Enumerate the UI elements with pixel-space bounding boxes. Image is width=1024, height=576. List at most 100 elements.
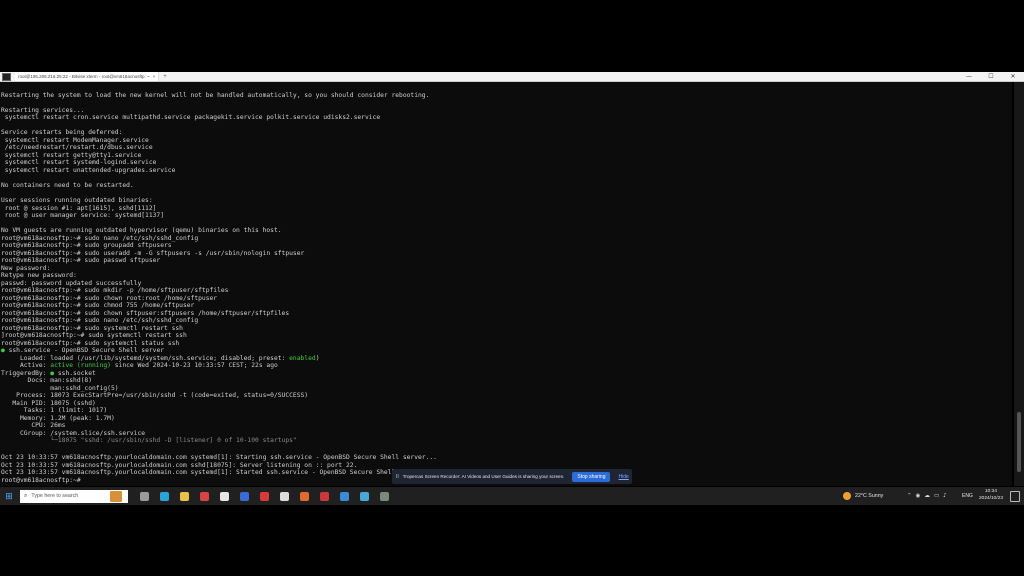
- system-tray: ⌃ ◉ ☁ ▭ ♪: [907, 487, 951, 505]
- terminal-line: systemctl restart ModemManager.service: [1, 136, 149, 144]
- status-header-line: ● ssh.service - OpenBSD Secure Shell ser…: [1, 347, 164, 355]
- search-icon: ⌕: [24, 492, 28, 499]
- terminal-line: No VM guests are running outdated hyperv…: [1, 227, 282, 234]
- terminal-line: root@vm618acnosftp:~# sudo systemctl sta…: [1, 339, 180, 347]
- status-loaded-value: loaded (/usr/lib/systemd/system/ssh.serv…: [50, 354, 290, 362]
- search-highlight-icon: [110, 490, 122, 502]
- language-indicator[interactable]: ENG: [962, 487, 973, 505]
- status-cpu: CPU: 26ms: [1, 422, 66, 429]
- terminal-line: systemctl restart getty@tty1.service: [1, 151, 142, 159]
- taskbar-app-app-red-icon[interactable]: [194, 487, 214, 505]
- taskbar-search-box[interactable]: ⌕ Type here to search: [20, 489, 128, 503]
- status-cgroup: CGroup: /system.slice/ssh.service: [1, 429, 146, 437]
- hide-banner-link[interactable]: Hide: [618, 474, 628, 480]
- taskbar-app-app-blue-2-icon[interactable]: [334, 487, 354, 505]
- tray-icon[interactable]: ☁: [924, 493, 930, 499]
- taskbar-app-task-view-icon[interactable]: [134, 487, 154, 505]
- terminal-line: root@vm618acnosftp:~# sudo systemctl res…: [1, 324, 183, 332]
- window-titlebar: root@195.206.216.25:22 - Bitvise xterm -…: [0, 72, 1024, 82]
- terminal-line: passwd: password updated successfully: [1, 279, 142, 287]
- status-loaded-label: Loaded:: [1, 354, 51, 362]
- status-triggered-value: ssh.socket: [54, 369, 96, 377]
- taskbar-app-acrobat-icon[interactable]: [254, 487, 274, 505]
- taskbar-app-app-gray-icon[interactable]: [374, 487, 394, 505]
- tab-close-icon[interactable]: ×: [153, 74, 156, 79]
- status-docs-1: Docs: man:sshd(8): [1, 377, 92, 384]
- terminal-line: ]root@vm618acnosftp:~# sudo systemctl re…: [1, 332, 187, 339]
- terminal-line: systemctl restart cron.service multipath…: [1, 114, 381, 121]
- terminal-line: root@vm618acnosftp:~# sudo useradd -m -G…: [1, 249, 305, 257]
- tray-icon[interactable]: ♪: [943, 493, 947, 499]
- taskbar-app-app-teal-icon[interactable]: [354, 487, 374, 505]
- status-docs-2: man:sshd_config(5): [1, 384, 119, 392]
- status-loaded-line: Loaded: loaded (/usr/lib/systemd/system/…: [1, 354, 320, 363]
- tray-icon[interactable]: ▭: [934, 493, 939, 499]
- status-cgroup-child: └─18075 "sshd: /usr/sbin/sshd -D [listen…: [1, 437, 297, 444]
- terminal-line: Restarting the system to load the new ke…: [1, 92, 430, 99]
- status-active-label: Active:: [1, 362, 51, 369]
- status-active-line: Active: active (running) since Wed 2024-…: [1, 362, 278, 370]
- tab-title: root@195.206.216.25:22 - Bitvise xterm -…: [18, 74, 150, 79]
- terminal-line: root @ user manager service: systemd[113…: [1, 212, 165, 219]
- taskbar-app-chrome-icon[interactable]: [214, 487, 234, 505]
- terminal-line: Retype new password:: [1, 272, 77, 279]
- scrollbar-thumb[interactable]: [1017, 412, 1021, 472]
- taskbar-app-app-white-icon[interactable]: [274, 487, 294, 505]
- status-loaded-preset: enabled: [289, 354, 316, 362]
- maximize-button[interactable]: ☐: [980, 72, 1002, 81]
- status-active-value: active (running): [50, 362, 111, 369]
- weather-text: 22°C Sunny: [855, 493, 884, 499]
- status-loaded-end: ): [315, 354, 320, 362]
- terminal-line: User sessions running outdated binaries:: [1, 197, 153, 204]
- pause-icon: II: [396, 473, 399, 480]
- taskbar-app-app-orange-icon[interactable]: [294, 487, 314, 505]
- weather-widget[interactable]: 22°C Sunny: [843, 487, 883, 505]
- terminal-output[interactable]: Restarting the system to load the new ke…: [0, 82, 1012, 486]
- terminal-line: root@vm618acnosftp:~# sudo chown sftpuse…: [1, 309, 290, 317]
- terminal-line: No containers need to be restarted.: [1, 182, 134, 189]
- terminal-line: root@vm618acnosftp:~# sudo groupadd sftp…: [1, 242, 172, 249]
- status-triggered-label: TriggeredBy:: [1, 369, 51, 377]
- new-tab-button[interactable]: +: [163, 74, 167, 80]
- terminal-line: systemctl restart systemd-logind.service: [1, 159, 157, 166]
- stop-sharing-button[interactable]: Stop sharing: [572, 471, 611, 482]
- tray-icon[interactable]: ◉: [916, 493, 921, 499]
- taskbar: ⊞ ⌕ Type here to search 22°C Sunny ⌃ ◉ ☁ ▭ ♪…: [0, 487, 1024, 505]
- window-controls: — ☐ ✕: [958, 72, 1024, 81]
- terminal-line: root@vm618acnosftp:~# sudo passwd sftpus…: [1, 257, 161, 264]
- status-triggered-line: TriggeredBy: ● ssh.socket: [1, 370, 96, 378]
- terminal-line: root@vm618acnosftp:~# sudo nano /etc/ssh…: [1, 234, 199, 242]
- journal-log-line: Oct 23 10:33:57 vm618acnosftp.yourlocald…: [1, 461, 358, 469]
- journal-log-line: Oct 23 10:33:57 vm618acnosftp.yourlocald…: [1, 454, 437, 461]
- terminal-line: root@vm618acnosftp:~# sudo nano /etc/ssh…: [1, 317, 199, 324]
- terminal-line: systemctl restart unattended-upgrades.se…: [1, 166, 176, 174]
- status-header: ssh.service - OpenBSD Secure Shell serve…: [4, 347, 165, 354]
- terminal-line: root@vm618acnosftp:~# sudo chown root:ro…: [1, 294, 218, 302]
- terminal-line: root@vm618acnosftp:~# sudo chmod 755 /ho…: [1, 302, 195, 309]
- terminal-line: root @ session #1: apt[1615], sshd[1112]: [1, 204, 157, 212]
- taskbar-app-edge-icon[interactable]: [154, 487, 174, 505]
- share-message: Tropercas Screen Recorder: AI Videos and…: [402, 474, 565, 479]
- taskbar-app-app-blue-icon[interactable]: [234, 487, 254, 505]
- status-memory: Memory: 1.2M (peak: 1.7M): [1, 414, 115, 422]
- clock-date: 2024/10/23: [978, 495, 1003, 501]
- terminal-scrollbar[interactable]: [1014, 82, 1024, 486]
- tray-icon[interactable]: ⌃: [907, 493, 912, 499]
- notification-center-icon[interactable]: [1010, 491, 1020, 502]
- terminal-line: Service restarts being deferred:: [1, 129, 123, 136]
- taskbar-app-app-red-2-icon[interactable]: [314, 487, 334, 505]
- status-main-pid: Main PID: 18075 (sshd): [1, 399, 96, 407]
- terminal-tab[interactable]: root@195.206.216.25:22 - Bitvise xterm -…: [15, 72, 160, 81]
- clock[interactable]: 10:34 2024/10/23: [977, 489, 1005, 502]
- search-placeholder: Type here to search: [31, 493, 79, 499]
- screen-share-banner: II Tropercas Screen Recorder: AI Videos …: [392, 469, 632, 484]
- close-button[interactable]: ✕: [1002, 72, 1024, 81]
- minimize-button[interactable]: —: [958, 72, 980, 81]
- status-active-rest: since Wed 2024-10-23 10:33:57 CEST; 22s …: [110, 362, 278, 369]
- taskbar-app-file-explorer-icon[interactable]: [174, 487, 194, 505]
- pinned-apps: [134, 487, 394, 505]
- windows-start-icon[interactable]: ⊞: [2, 487, 16, 505]
- sun-icon: [843, 492, 851, 500]
- terminal-app-icon: [2, 72, 11, 81]
- terminal-line: New password:: [1, 264, 51, 272]
